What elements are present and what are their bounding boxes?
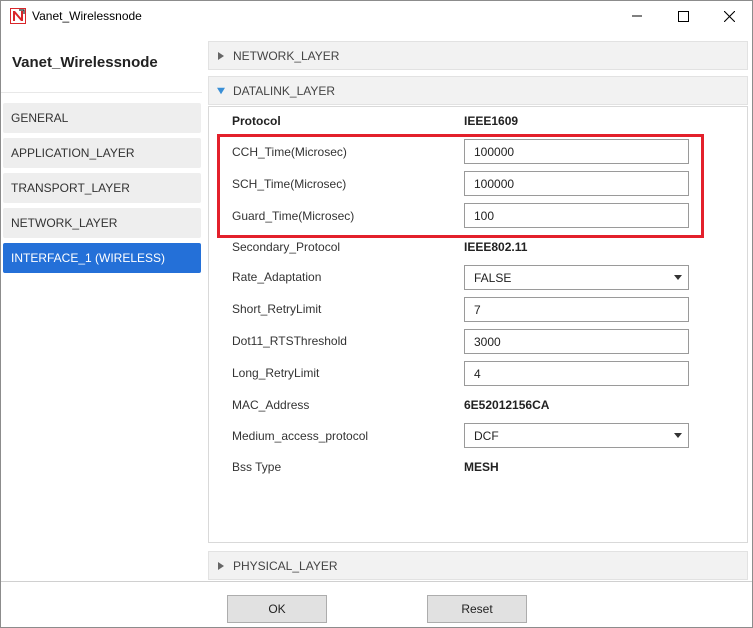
sidebar: Vanet_Wirelessnode GENERAL APPLICATION_L… bbox=[1, 31, 206, 581]
long-retry-limit-label: Long_RetryLimit bbox=[232, 366, 320, 380]
sidebar-item-label: GENERAL bbox=[11, 111, 69, 125]
ok-button[interactable]: OK bbox=[227, 595, 327, 623]
minimize-icon bbox=[632, 15, 642, 17]
chevron-down-icon bbox=[668, 275, 688, 280]
sidebar-item-label: APPLICATION_LAYER bbox=[11, 146, 135, 160]
window-title: Vanet_Wirelessnode bbox=[32, 9, 142, 23]
chevron-down-icon bbox=[668, 433, 688, 438]
rate-adaptation-select[interactable]: FALSE bbox=[464, 265, 689, 290]
maximize-icon bbox=[677, 10, 689, 22]
sidebar-item-label: INTERFACE_1 (WIRELESS) bbox=[11, 251, 166, 265]
section-network-layer[interactable]: NETWORK_LAYER bbox=[208, 41, 748, 70]
mac-address-label: MAC_Address bbox=[232, 398, 310, 412]
section-datalink-layer[interactable]: DATALINK_LAYER bbox=[208, 76, 748, 105]
expanded-arrow-icon bbox=[217, 87, 225, 94]
section-physical-layer[interactable]: PHYSICAL_LAYER bbox=[208, 551, 748, 580]
sidebar-item-label: TRANSPORT_LAYER bbox=[11, 181, 130, 195]
section-label: DATALINK_LAYER bbox=[233, 83, 336, 98]
app-logo-icon bbox=[10, 8, 26, 24]
short-retry-limit-input[interactable] bbox=[464, 297, 689, 322]
secondary-protocol-value: IEEE802.11 bbox=[464, 240, 528, 254]
mac-address-value: 6E52012156CA bbox=[464, 398, 550, 412]
maximize-button[interactable] bbox=[660, 1, 706, 31]
rts-threshold-input[interactable] bbox=[464, 329, 689, 354]
title-bar: Vanet_Wirelessnode bbox=[1, 1, 752, 31]
secondary-protocol-label: Secondary_Protocol bbox=[232, 240, 341, 254]
sidebar-item-network-layer[interactable]: NETWORK_LAYER bbox=[3, 208, 201, 238]
medium-access-protocol-select[interactable]: DCF bbox=[464, 423, 689, 448]
sidebar-item-transport-layer[interactable]: TRANSPORT_LAYER bbox=[3, 173, 201, 203]
sidebar-divider bbox=[1, 92, 202, 93]
node-title: Vanet_Wirelessnode bbox=[12, 54, 158, 71]
protocol-value: IEEE1609 bbox=[464, 114, 519, 128]
rts-threshold-label: Dot11_RTSThreshold bbox=[232, 334, 347, 348]
section-label: NETWORK_LAYER bbox=[233, 48, 340, 63]
minimize-button[interactable] bbox=[614, 1, 660, 31]
footer-bar: OK Reset bbox=[1, 581, 752, 627]
sidebar-item-interface-1-wireless[interactable]: INTERFACE_1 (WIRELESS) bbox=[3, 243, 201, 273]
section-label: PHYSICAL_LAYER bbox=[233, 558, 338, 573]
sidebar-item-general[interactable]: GENERAL bbox=[3, 103, 201, 133]
close-icon bbox=[723, 10, 735, 22]
close-button[interactable] bbox=[706, 1, 752, 31]
collapsed-arrow-icon bbox=[218, 51, 224, 60]
collapsed-arrow-icon bbox=[218, 561, 224, 570]
sidebar-item-label: NETWORK_LAYER bbox=[11, 216, 118, 230]
highlight-box bbox=[217, 134, 704, 238]
sidebar-item-application-layer[interactable]: APPLICATION_LAYER bbox=[3, 138, 201, 168]
long-retry-limit-input[interactable] bbox=[464, 361, 689, 386]
rate-adaptation-label: Rate_Adaptation bbox=[232, 270, 322, 284]
medium-access-protocol-label: Medium_access_protocol bbox=[232, 429, 369, 443]
protocol-label: Protocol bbox=[232, 114, 281, 128]
rate-adaptation-value: FALSE bbox=[474, 270, 512, 285]
bss-type-label: Bss Type bbox=[232, 460, 282, 474]
short-retry-limit-label: Short_RetryLimit bbox=[232, 302, 322, 316]
bss-type-value: MESH bbox=[464, 460, 499, 474]
medium-access-protocol-value: DCF bbox=[474, 428, 499, 443]
dialog-window: Vanet_Wirelessnode Vanet_Wirelessnode GE… bbox=[0, 0, 753, 628]
reset-button[interactable]: Reset bbox=[427, 595, 527, 623]
